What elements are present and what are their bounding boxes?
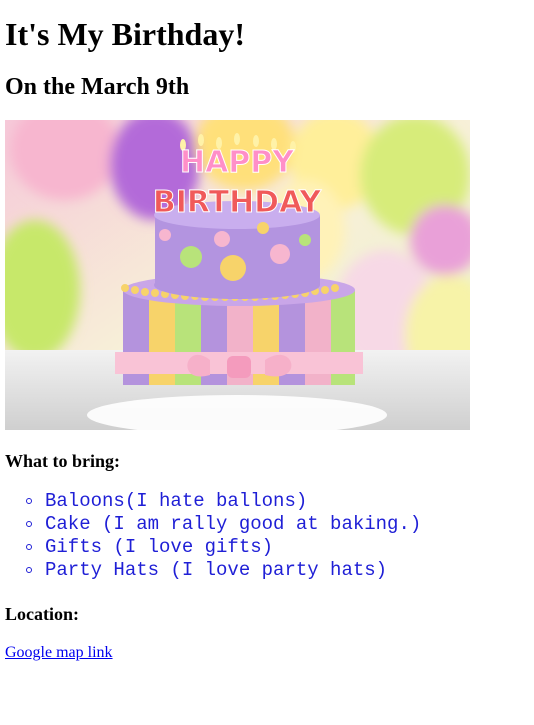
list-item: Cake (I am rally good at baking.): [0, 513, 421, 536]
list-item-text: Cake (I am rally good at baking.): [45, 513, 422, 535]
google-map-link[interactable]: Google map link: [5, 643, 113, 662]
list-item-text: Baloons(I hate ballons): [45, 490, 308, 512]
circle-bullet-icon: [26, 567, 32, 573]
page-subtitle: On the March 9th: [5, 74, 190, 100]
circle-bullet-icon: [26, 521, 32, 527]
list-item: Gifts (I love gifts): [0, 536, 421, 559]
cake-text-happy: HAPPY: [180, 145, 295, 180]
page-title: It's My Birthday!: [5, 16, 245, 52]
location-heading: Location:: [5, 604, 79, 624]
cake-text-birthday: BIRTHDAY: [153, 185, 323, 220]
bring-list: Baloons(I hate ballons) Cake (I am rally…: [0, 490, 421, 582]
list-item: Party Hats (I love party hats): [0, 559, 421, 582]
what-to-bring-heading: What to bring:: [5, 451, 121, 471]
circle-bullet-icon: [26, 498, 32, 504]
list-item-text: Party Hats (I love party hats): [45, 559, 388, 581]
list-item: Baloons(I hate ballons): [0, 490, 421, 513]
list-item-text: Gifts (I love gifts): [45, 536, 274, 558]
circle-bullet-icon: [26, 544, 32, 550]
page: It's My Birthday! On the March 9th HAPPY…: [0, 0, 534, 725]
birthday-cake-image: HAPPY BIRTHDAY: [5, 120, 470, 430]
